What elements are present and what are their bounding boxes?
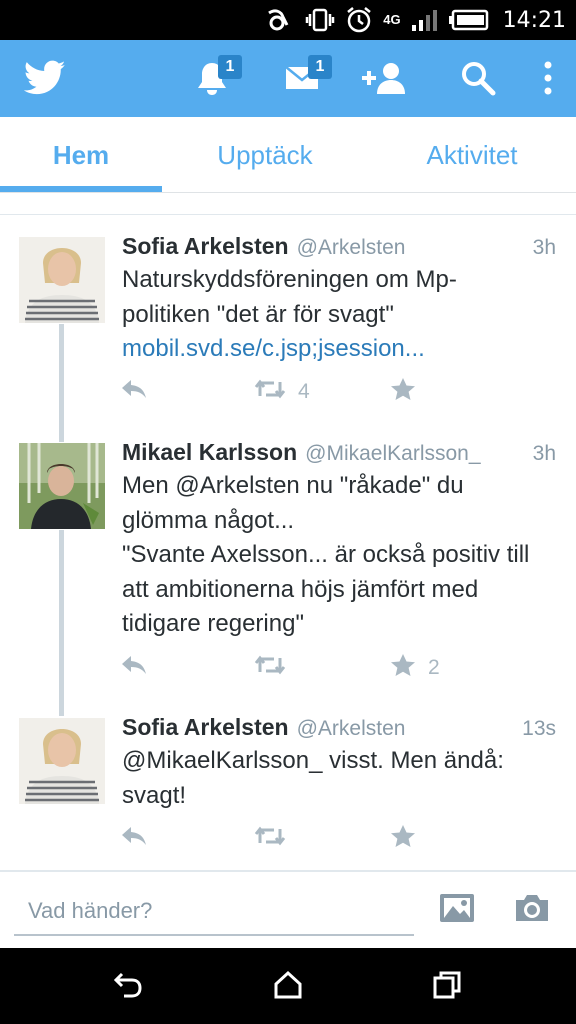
tweet-link[interactable]: mobil.svd.se/c.jsp;jsession... <box>122 332 556 367</box>
tweet[interactable]: Sofia Arkelsten @Arkelsten 13s @MikaelKa… <box>0 700 576 870</box>
retweet-count: 4 <box>298 380 310 403</box>
back-button[interactable] <box>112 970 144 1005</box>
system-navigation-bar <box>0 948 576 1024</box>
retweet-button[interactable] <box>254 653 298 683</box>
tweet-author-name[interactable]: Sofia Arkelsten <box>122 233 289 260</box>
retweet-icon <box>254 378 286 406</box>
add-user-button[interactable] <box>358 58 410 102</box>
tweet-timestamp: 13s <box>522 717 556 740</box>
messages-badge: 1 <box>308 55 332 79</box>
tweet-text-line: svagt! <box>122 781 187 809</box>
tab-activity[interactable]: Aktivitet <box>368 117 576 193</box>
camera-button[interactable] <box>512 892 552 929</box>
tweet-author-handle[interactable]: @Arkelsten <box>297 717 406 741</box>
tweet-author-handle[interactable]: @Arkelsten <box>297 236 406 260</box>
tweet[interactable]: Mikael Karlsson @MikaelKarlsson_ 3h Men … <box>0 422 576 700</box>
tweet-timestamp: 3h <box>532 236 556 259</box>
camera-icon <box>512 895 552 928</box>
vibrate-icon <box>305 7 335 33</box>
tweet-header: Sofia Arkelsten @Arkelsten 3h <box>122 233 556 263</box>
compose-bar: Vad händer? <box>0 870 576 948</box>
status-bar: 4G 14:21 <box>0 0 576 40</box>
overflow-menu-button[interactable] <box>530 58 566 102</box>
avatar[interactable] <box>19 718 105 804</box>
clock: 14:21 <box>502 7 566 33</box>
messages-button[interactable]: 1 <box>280 55 332 102</box>
tweet-text-line: tidigare regering" <box>122 610 304 637</box>
tweet-header: Sofia Arkelsten @Arkelsten 13s <box>122 714 556 744</box>
star-icon <box>390 824 416 854</box>
favorite-button[interactable] <box>390 824 428 854</box>
tweet-actions: 4 <box>120 377 540 407</box>
tweet-author-name[interactable]: Sofia Arkelsten <box>122 714 289 741</box>
tweet-text: Men @Arkelsten nu "råkade" du glömma någ… <box>122 469 556 642</box>
tweet-text-line: "Svante Axelsson... är också positiv til… <box>122 541 530 568</box>
tweet-text-line: politiken "det är för svagt" <box>122 300 394 328</box>
reply-button[interactable] <box>120 377 148 407</box>
reply-icon <box>120 378 148 406</box>
retweet-button[interactable] <box>254 824 298 854</box>
tab-home[interactable]: Hem <box>0 117 162 193</box>
star-icon <box>390 653 416 683</box>
favorite-count: 2 <box>428 656 440 679</box>
reply-button[interactable] <box>120 824 148 854</box>
tab-bar: Hem Upptäck Aktivitet <box>0 117 576 193</box>
app-header: 1 1 <box>0 40 576 117</box>
tweet-actions <box>120 824 540 854</box>
favorite-button[interactable]: 2 <box>390 653 440 683</box>
tweet-text: Naturskyddsföreningen om Mp- politiken "… <box>122 263 556 367</box>
add-photo-button[interactable] <box>438 892 476 929</box>
reply-icon <box>120 825 148 853</box>
notifications-button[interactable]: 1 <box>190 55 242 102</box>
avatar[interactable] <box>19 443 105 529</box>
tweet[interactable]: Sofia Arkelsten @Arkelsten 3h Naturskydd… <box>0 216 576 422</box>
network-type: 4G <box>383 12 401 27</box>
twitter-bird-icon[interactable] <box>23 60 66 101</box>
tweet-author-handle[interactable]: @MikaelKarlsson_ <box>305 442 480 466</box>
tweet-timestamp: 3h <box>532 442 556 465</box>
reply-icon <box>120 654 148 682</box>
signal-icon <box>411 8 439 32</box>
home-button[interactable] <box>272 970 304 1005</box>
retweet-icon <box>254 825 286 853</box>
avatar[interactable] <box>19 237 105 323</box>
image-icon <box>438 894 476 928</box>
tweet-text-line: glömma något... <box>122 506 295 534</box>
tweet-header: Mikael Karlsson @MikaelKarlsson_ 3h <box>122 439 556 469</box>
notifications-badge: 1 <box>218 55 242 79</box>
timeline-gap <box>0 194 576 215</box>
tweet-text-line: Men @Arkelsten nu "råkade" du <box>122 472 464 499</box>
search-icon <box>460 60 496 101</box>
reply-button[interactable] <box>120 653 148 683</box>
back-icon <box>112 972 144 1004</box>
tweet-text-line: @MikaelKarlsson_ visst. Men ändå: <box>122 747 504 774</box>
compose-input[interactable]: Vad händer? <box>14 896 414 936</box>
recent-apps-icon <box>432 971 462 1004</box>
tweet-text-line: Naturskyddsföreningen om Mp- <box>122 266 457 293</box>
battery-icon <box>448 9 489 31</box>
alarm-icon <box>345 6 373 34</box>
retweet-button[interactable]: 4 <box>254 377 310 407</box>
active-tab-indicator <box>0 186 162 192</box>
tweet-text-line: att ambitionerna höjs jämfört med <box>122 575 479 603</box>
timeline[interactable]: Sofia Arkelsten @Arkelsten 3h Naturskydd… <box>0 216 576 870</box>
search-button[interactable] <box>456 58 500 102</box>
nfc-icon <box>265 7 295 33</box>
retweet-icon <box>254 654 286 682</box>
home-icon <box>272 970 304 1004</box>
tweet-author-name[interactable]: Mikael Karlsson <box>122 439 297 466</box>
add-user-icon <box>360 61 408 100</box>
tweet-text: @MikaelKarlsson_ visst. Men ändå: svagt! <box>122 744 556 813</box>
tab-discover[interactable]: Upptäck <box>162 117 368 193</box>
favorite-button[interactable] <box>390 377 428 407</box>
more-vertical-icon <box>543 60 553 101</box>
star-icon <box>390 377 416 407</box>
recent-apps-button[interactable] <box>432 970 462 1005</box>
tweet-actions: 2 <box>120 653 540 683</box>
